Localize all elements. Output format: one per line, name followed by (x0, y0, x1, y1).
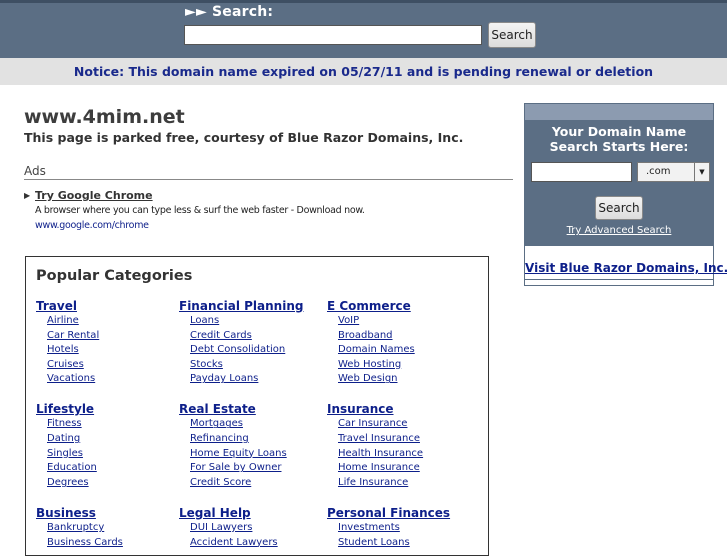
category-group-personal-finances: Personal Finances Investments Student Lo… (327, 505, 450, 550)
category-link[interactable]: Debt Consolidation (190, 343, 303, 358)
category-link[interactable]: Airline (47, 314, 123, 329)
category-real-estate[interactable]: Real Estate (179, 401, 303, 417)
sidebar-divider (525, 279, 713, 280)
category-link[interactable]: Business Cards (47, 536, 123, 551)
category-link[interactable]: Education (47, 461, 123, 476)
category-link[interactable]: Hotels (47, 343, 123, 358)
category-insurance[interactable]: Insurance (327, 401, 450, 417)
visit-blue-razor-link[interactable]: Visit Blue Razor Domains, Inc. (525, 261, 727, 275)
category-column-1: Travel Airline Car Rental Hotels Cruises… (36, 298, 123, 550)
category-link[interactable]: Cruises (47, 358, 123, 373)
category-link[interactable]: Investments (338, 521, 450, 536)
domain-search-button[interactable]: Search (595, 196, 643, 220)
category-link[interactable]: Life Insurance (338, 476, 450, 491)
ad-description: A browser where you can type less & surf… (35, 205, 365, 216)
category-link[interactable]: Accident Lawyers (190, 536, 303, 551)
category-column-3: E Commerce VoIP Broadband Domain Names W… (327, 298, 450, 550)
ad-title-link[interactable]: Try Google Chrome (35, 189, 153, 202)
category-link[interactable]: Bankruptcy (47, 521, 123, 536)
category-spacer (179, 387, 303, 402)
category-link[interactable]: Loans (190, 314, 303, 329)
ads-heading: Ads (24, 164, 46, 178)
category-link[interactable]: Student Loans (338, 536, 450, 551)
category-link[interactable]: Web Hosting (338, 358, 450, 373)
triangle-down-icon: ▼ (694, 163, 709, 181)
tld-select[interactable]: .com ▼ (637, 162, 710, 182)
category-spacer (36, 387, 123, 402)
domain-search-sidebar: Your Domain Name Search Starts Here: .co… (524, 103, 727, 286)
category-link[interactable]: Mortgages (190, 417, 303, 432)
category-spacer (327, 387, 450, 402)
category-link[interactable]: Dating (47, 432, 123, 447)
category-link[interactable]: Broadband (338, 329, 450, 344)
category-link[interactable]: Fitness (47, 417, 123, 432)
advanced-search-link[interactable]: Try Advanced Search (525, 225, 713, 236)
category-link[interactable]: Web Design (338, 372, 450, 387)
tld-selected-value: .com (646, 166, 671, 177)
expiry-notice: Notice: This domain name expired on 05/2… (73, 64, 654, 79)
category-link[interactable]: For Sale by Owner (190, 461, 303, 476)
category-link[interactable]: Vacations (47, 372, 123, 387)
sidebar-heading: Your Domain Name (551, 124, 687, 139)
category-link[interactable]: VoIP (338, 314, 450, 329)
category-link[interactable]: Degrees (47, 476, 123, 491)
triangle-right-icon: ▶ (24, 191, 31, 200)
category-spacer (327, 490, 450, 505)
category-personal-finances[interactable]: Personal Finances (327, 505, 450, 521)
category-group-business: Business Bankruptcy Business Cards (36, 505, 123, 550)
category-e-commerce[interactable]: E Commerce (327, 298, 450, 314)
parked-notice: This page is parked free, courtesy of Bl… (24, 130, 464, 145)
category-group-e-commerce: E Commerce VoIP Broadband Domain Names W… (327, 298, 450, 387)
category-travel[interactable]: Travel (36, 298, 123, 314)
domain-search-input[interactable] (531, 162, 632, 182)
notice-bar: Notice: This domain name expired on 05/2… (0, 58, 727, 85)
domain-title: www.4mim.net (24, 106, 185, 128)
category-group-real-estate: Real Estate Mortgages Refinancing Home E… (179, 401, 303, 490)
category-link[interactable]: Travel Insurance (338, 432, 450, 447)
category-group-insurance: Insurance Car Insurance Travel Insurance… (327, 401, 450, 490)
category-link[interactable]: Domain Names (338, 343, 450, 358)
search-label: ►► Search: (185, 4, 274, 20)
category-link[interactable]: DUI Lawyers (190, 521, 303, 536)
category-link[interactable]: Payday Loans (190, 372, 303, 387)
category-link[interactable]: Refinancing (190, 432, 303, 447)
category-link[interactable]: Car Insurance (338, 417, 450, 432)
category-group-lifestyle: Lifestyle Fitness Dating Singles Educati… (36, 401, 123, 490)
category-link[interactable]: Home Equity Loans (190, 447, 303, 462)
category-business[interactable]: Business (36, 505, 123, 521)
category-column-2: Financial Planning Loans Credit Cards De… (179, 298, 303, 550)
category-lifestyle[interactable]: Lifestyle (36, 401, 123, 417)
category-group-legal-help: Legal Help DUI Lawyers Accident Lawyers (179, 505, 303, 550)
category-group-travel: Travel Airline Car Rental Hotels Cruises… (36, 298, 123, 387)
category-link[interactable]: Health Insurance (338, 447, 450, 462)
category-link[interactable]: Credit Score (190, 476, 303, 491)
category-spacer (36, 490, 123, 505)
category-link[interactable]: Singles (47, 447, 123, 462)
category-financial-planning[interactable]: Financial Planning (179, 298, 303, 314)
category-group-financial-planning: Financial Planning Loans Credit Cards De… (179, 298, 303, 387)
category-legal-help[interactable]: Legal Help (179, 505, 303, 521)
category-spacer (179, 490, 303, 505)
top-search-button[interactable]: Search (488, 22, 536, 48)
sidebar-subheading: Search Starts Here: (549, 139, 689, 154)
category-link[interactable]: Car Rental (47, 329, 123, 344)
ad-url-link[interactable]: www.google.com/chrome (35, 220, 149, 231)
category-link[interactable]: Home Insurance (338, 461, 450, 476)
domain-search-panel: Your Domain Name Search Starts Here: .co… (525, 120, 713, 246)
top-search-bar: ►► Search: Search (0, 0, 727, 58)
top-search-input[interactable] (184, 25, 482, 45)
ads-divider (24, 179, 513, 180)
category-link[interactable]: Credit Cards (190, 329, 303, 344)
popular-categories-heading: Popular Categories (36, 268, 193, 284)
category-link[interactable]: Stocks (190, 358, 303, 373)
sidebar-header-strip (525, 104, 713, 120)
